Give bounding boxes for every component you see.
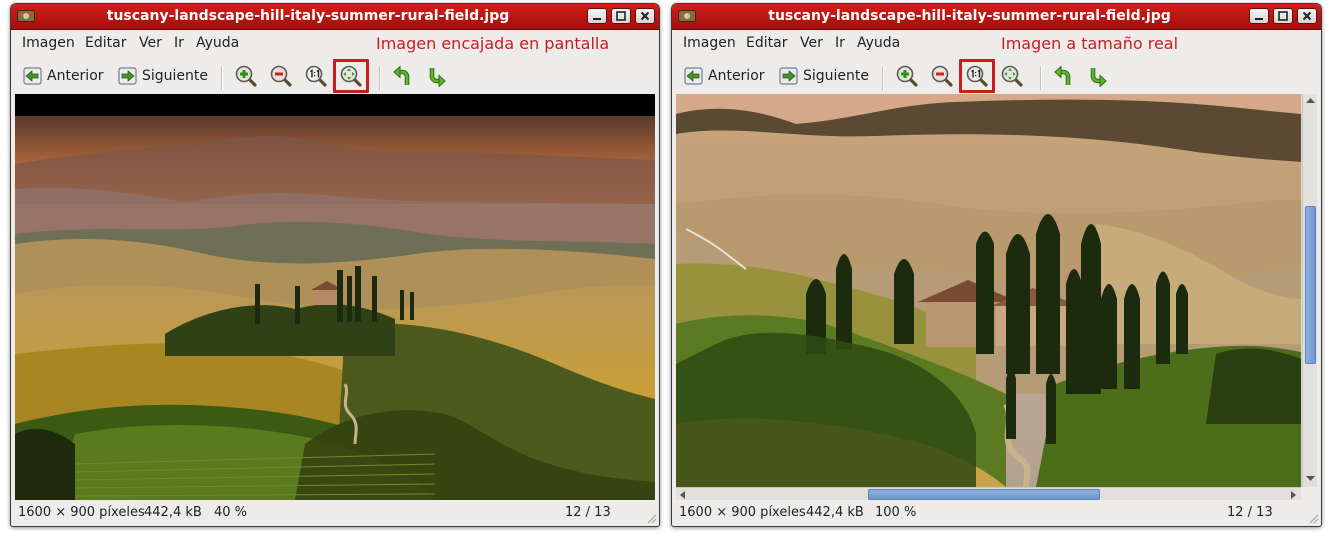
menu-ayuda[interactable]: Ayuda — [857, 35, 900, 51]
vertical-scrollbar[interactable] — [1302, 94, 1317, 487]
menu-ver[interactable]: Ver — [800, 35, 823, 51]
previous-label: Anterior — [47, 68, 104, 84]
normal-size-icon — [305, 65, 327, 87]
next-button[interactable]: Siguiente — [118, 62, 214, 90]
menu-bar: Imagen Editar Ver Ir Ayuda — [672, 30, 1321, 56]
rotate-left-button[interactable] — [1049, 62, 1077, 90]
image-viewport[interactable] — [676, 94, 1317, 500]
forward-icon — [779, 67, 798, 85]
menu-imagen[interactable]: Imagen — [683, 35, 736, 51]
vertical-scroll-thumb[interactable] — [1305, 206, 1316, 364]
back-icon — [23, 67, 42, 85]
menu-editar[interactable]: Editar — [746, 35, 787, 51]
window-title: tuscany-landscape-hill-italy-summer-rura… — [106, 8, 510, 24]
resize-grip-icon[interactable] — [1307, 512, 1319, 524]
rotate-left-button[interactable] — [388, 62, 416, 90]
toolbar-separator — [379, 66, 381, 90]
forward-icon — [118, 67, 137, 85]
previous-label: Anterior — [708, 68, 765, 84]
resize-grip-icon[interactable] — [645, 512, 657, 524]
viewer-window-best-fit: tuscany-landscape-hill-italy-summer-rura… — [10, 3, 660, 527]
horizontal-scroll-thumb[interactable] — [868, 489, 1100, 500]
minimize-icon — [1255, 18, 1263, 20]
file-size: 442,4 kB — [806, 505, 864, 520]
normal-size-button[interactable] — [302, 62, 330, 90]
close-icon — [640, 11, 650, 21]
scroll-left-icon[interactable] — [679, 491, 685, 499]
zoom-level: 100 % — [875, 505, 917, 520]
landscape-photo — [15, 94, 655, 500]
menu-imagen[interactable]: Imagen — [22, 35, 75, 51]
active-tool-highlight — [959, 59, 995, 93]
maximize-icon — [616, 11, 626, 21]
annotation-label: Imagen encajada en pantalla — [376, 34, 610, 53]
toolbar-separator — [1040, 66, 1042, 90]
window-title: tuscany-landscape-hill-italy-summer-rura… — [768, 8, 1171, 24]
image-app-icon — [678, 10, 696, 22]
zoom-in-button[interactable] — [232, 62, 260, 90]
title-bar[interactable]: tuscany-landscape-hill-italy-summer-rura… — [11, 4, 659, 30]
best-fit-icon — [1001, 65, 1023, 87]
zoom-in-icon — [896, 65, 918, 87]
image-dimensions: 1600 × 900 píxeles — [18, 505, 145, 520]
status-bar: 1600 × 900 píxeles 442,4 kB 40 % 12 / 13 — [11, 500, 659, 526]
scroll-corner — [1301, 487, 1317, 500]
image-viewport[interactable] — [15, 94, 655, 500]
rotate-left-icon — [393, 65, 410, 85]
best-fit-button[interactable] — [998, 62, 1026, 90]
zoom-out-button[interactable] — [267, 62, 295, 90]
close-icon — [1302, 11, 1312, 21]
minimize-icon — [593, 18, 601, 20]
image-position: 12 / 13 — [565, 505, 611, 520]
zoom-out-button[interactable] — [928, 62, 956, 90]
menu-ayuda[interactable]: Ayuda — [196, 35, 239, 51]
toolbar: Anterior Siguiente — [672, 58, 1321, 94]
previous-button[interactable]: Anterior — [684, 62, 774, 90]
maximize-button[interactable] — [1273, 8, 1293, 24]
back-icon — [684, 67, 703, 85]
next-button[interactable]: Siguiente — [779, 62, 875, 90]
menu-ir[interactable]: Ir — [174, 35, 184, 51]
horizontal-scrollbar[interactable] — [676, 487, 1301, 500]
next-label: Siguiente — [142, 68, 209, 84]
zoom-in-button[interactable] — [893, 62, 921, 90]
rotate-right-icon — [1090, 68, 1107, 87]
zoom-out-icon — [270, 65, 292, 87]
active-tool-highlight — [333, 59, 369, 93]
landscape-photo-zoomed — [676, 94, 1301, 487]
previous-button[interactable]: Anterior — [23, 62, 113, 90]
scroll-right-icon[interactable] — [1291, 491, 1297, 499]
scroll-up-icon[interactable] — [1306, 97, 1315, 103]
file-size: 442,4 kB — [144, 505, 202, 520]
close-button[interactable] — [1297, 8, 1317, 24]
rotate-right-icon — [429, 68, 446, 87]
zoom-in-icon — [235, 65, 257, 87]
status-bar: 1600 × 900 píxeles 442,4 kB 100 % 12 / 1… — [672, 500, 1321, 526]
image-dimensions: 1600 × 900 píxeles — [679, 505, 806, 520]
toolbar-separator — [882, 66, 884, 90]
menu-ver[interactable]: Ver — [139, 35, 162, 51]
rotate-right-button[interactable] — [1084, 62, 1112, 90]
menu-editar[interactable]: Editar — [85, 35, 126, 51]
image-position: 12 / 13 — [1227, 505, 1273, 520]
menu-ir[interactable]: Ir — [835, 35, 845, 51]
image-app-icon — [17, 10, 35, 22]
next-label: Siguiente — [803, 68, 870, 84]
zoom-level: 40 % — [214, 505, 248, 520]
minimize-button[interactable] — [1249, 8, 1269, 24]
rotate-left-icon — [1054, 65, 1071, 85]
zoom-out-icon — [931, 65, 953, 87]
annotation-label: Imagen a tamaño real — [1001, 34, 1179, 53]
scroll-down-icon[interactable] — [1306, 476, 1315, 482]
title-bar[interactable]: tuscany-landscape-hill-italy-summer-rura… — [672, 4, 1321, 30]
toolbar-separator — [221, 66, 223, 90]
close-button[interactable] — [635, 8, 655, 24]
rotate-right-button[interactable] — [423, 62, 451, 90]
viewer-window-normal-size: tuscany-landscape-hill-italy-summer-rura… — [671, 3, 1322, 527]
minimize-button[interactable] — [587, 8, 607, 24]
maximize-icon — [1278, 11, 1288, 21]
maximize-button[interactable] — [611, 8, 631, 24]
toolbar: Anterior Siguiente — [11, 58, 659, 94]
